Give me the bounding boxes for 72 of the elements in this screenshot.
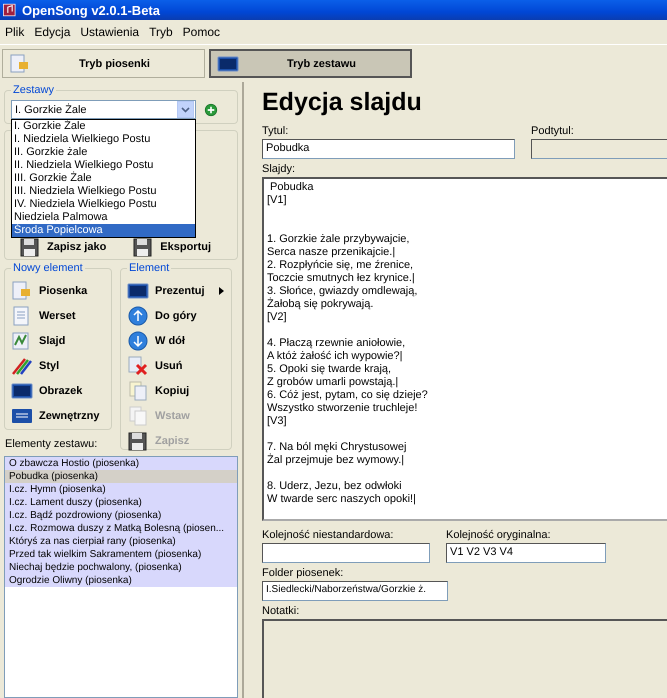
dropdown-option[interactable]: I. Niedziela Wielkiego Postu xyxy=(12,133,195,146)
set-item[interactable]: I.cz. Rozmowa duszy z Matką Bolesną (piosen... xyxy=(5,522,237,535)
window-title: OpenSong v2.0.1-Beta xyxy=(22,2,160,18)
field-label: Slajdy: xyxy=(262,163,296,175)
mode-button[interactable]: Tryb zestawu xyxy=(209,49,412,78)
element-button[interactable]: W dół xyxy=(127,328,225,353)
monitor-icon xyxy=(217,54,239,74)
element-button[interactable]: Kopiuj xyxy=(127,378,225,403)
set-item[interactable]: I.cz. Lament duszy (piosenka) xyxy=(5,496,237,509)
set-item[interactable]: I.cz. Bądź pozdrowiony (piosenka) xyxy=(5,509,237,522)
monitor-icon xyxy=(127,280,149,300)
music-note-icon xyxy=(2,2,18,18)
list-label: Elementy zestawu: xyxy=(4,438,98,450)
set-item[interactable]: Niechaj będzie pochwalony, (piosenka) xyxy=(5,561,237,574)
new-element-button[interactable]: Zewnętrzny xyxy=(11,403,105,428)
dropdown-option[interactable]: II. Niedziela Wielkiego Postu xyxy=(12,159,195,172)
set-item[interactable]: O zbawcza Hostio (piosenka) xyxy=(5,457,237,470)
menu-item[interactable]: Tryb xyxy=(144,25,178,39)
dropdown-option[interactable]: III. Niedziela Wielkiego Postu xyxy=(12,185,195,198)
menu-item[interactable]: Ustawienia xyxy=(75,25,144,39)
new-element-button[interactable]: Werset xyxy=(11,303,105,328)
mode-button[interactable]: Tryb piosenki xyxy=(2,49,205,78)
custom-order-field[interactable] xyxy=(262,543,430,563)
field-label: Folder piosenek: xyxy=(262,567,344,579)
field-label: Notatki: xyxy=(262,605,300,617)
copy-icon xyxy=(127,380,149,400)
menu-item[interactable]: Pomoc xyxy=(178,25,225,39)
element-button[interactable]: Usuń xyxy=(127,353,225,378)
submenu-arrow-icon xyxy=(218,286,224,294)
dropdown-option[interactable]: III. Gorzkie Żale xyxy=(12,172,195,185)
song-sheet-icon xyxy=(11,280,33,300)
new-element-button[interactable]: Obrazek xyxy=(11,378,105,403)
set-action-button[interactable]: Zapisz jako xyxy=(19,234,106,259)
page-heading: Edycja slajdu xyxy=(262,88,423,117)
title-field[interactable]: Pobudka xyxy=(262,139,515,159)
set-item[interactable]: Ogrodzie Oliwny (piosenka) xyxy=(5,574,237,587)
dropdown-option[interactable]: I. Gorzkie Żale xyxy=(12,120,195,133)
floppy-icon xyxy=(19,236,41,256)
floppy-icon xyxy=(132,236,154,256)
field-label: Kolejność niestandardowa: xyxy=(262,529,394,541)
menu-item[interactable]: Plik xyxy=(0,25,30,39)
menu-item[interactable]: Edycja xyxy=(29,25,76,39)
dropdown-option[interactable]: II. Gorzkie żale xyxy=(12,146,195,159)
set-item[interactable]: Pobudka (piosenka) xyxy=(5,470,237,483)
set-item[interactable]: Któryś za nas cierpiał rany (piosenka) xyxy=(5,535,237,548)
dropdown-option[interactable]: Środa Popielcowa xyxy=(12,224,195,237)
floppy-icon xyxy=(127,430,149,450)
field-label: Kolejność oryginalna: xyxy=(446,529,552,541)
song-sheet-icon xyxy=(9,54,31,74)
delete-icon xyxy=(127,356,149,376)
field-label: Podtytul: xyxy=(531,125,575,137)
slides-text-area[interactable]: Pobudka [V1] 1. Gorzkie żale przybywajcie, Serca nasze przenikajcie.| 2. Rozpłyńcie się, me źrenice, Toczcie smutnych łez krynice.| 3. Słońce, gwiazdy omdlewają, Żałobą się pokrywają. [V2] 4. Płaczą rzewnie aniołowie, A któż żałość ich wypowie?| 5. Opoki się twarde krają, Z grobów umarli powstają.| 6. Cóż jest, pytam, co się dzieje? Wszystko stworzenie truchleje! [V3] 7. Na ból męki Chrystusowej Żal przejmuje bez wymowy.| 8. Uderz, Jezu, bez odwłoki W twarde serc naszych opoki!| xyxy=(262,177,667,521)
new-element-button[interactable]: Piosenka xyxy=(11,278,105,303)
group-legend: Element xyxy=(127,262,172,274)
set-dropdown[interactable]: I. Gorzkie Żale xyxy=(11,100,196,119)
group-legend: Zestawy xyxy=(11,84,56,96)
set-item[interactable]: I.cz. Hymn (piosenka) xyxy=(5,483,237,496)
new-element-button[interactable]: Slajd xyxy=(11,328,105,353)
group-legend: Nowy element xyxy=(11,262,85,274)
pencils-icon xyxy=(11,356,33,376)
element-button[interactable]: Do góry xyxy=(127,303,225,328)
monitor-icon xyxy=(11,380,33,400)
new-element-button[interactable]: Styl xyxy=(11,353,105,378)
field-label: Tytul: xyxy=(262,125,290,137)
set-action-button[interactable]: Eksportuj xyxy=(132,234,212,259)
original-order-field[interactable]: V1 V2 V3 V4 xyxy=(446,543,606,563)
folder-field[interactable]: I.Siedlecki/Naborzeństwa/Gorzkie ż. xyxy=(262,581,448,601)
element-button[interactable]: Prezentuj xyxy=(127,278,225,303)
dropdown-option[interactable]: Niedziela Palmowa xyxy=(12,211,195,224)
paste-icon xyxy=(127,406,149,426)
dropdown-option[interactable]: IV. Niedziela Wielkiego Postu xyxy=(12,198,195,211)
set-item[interactable]: Przed tak wielkim Sakramentem (piosenka) xyxy=(5,548,237,561)
